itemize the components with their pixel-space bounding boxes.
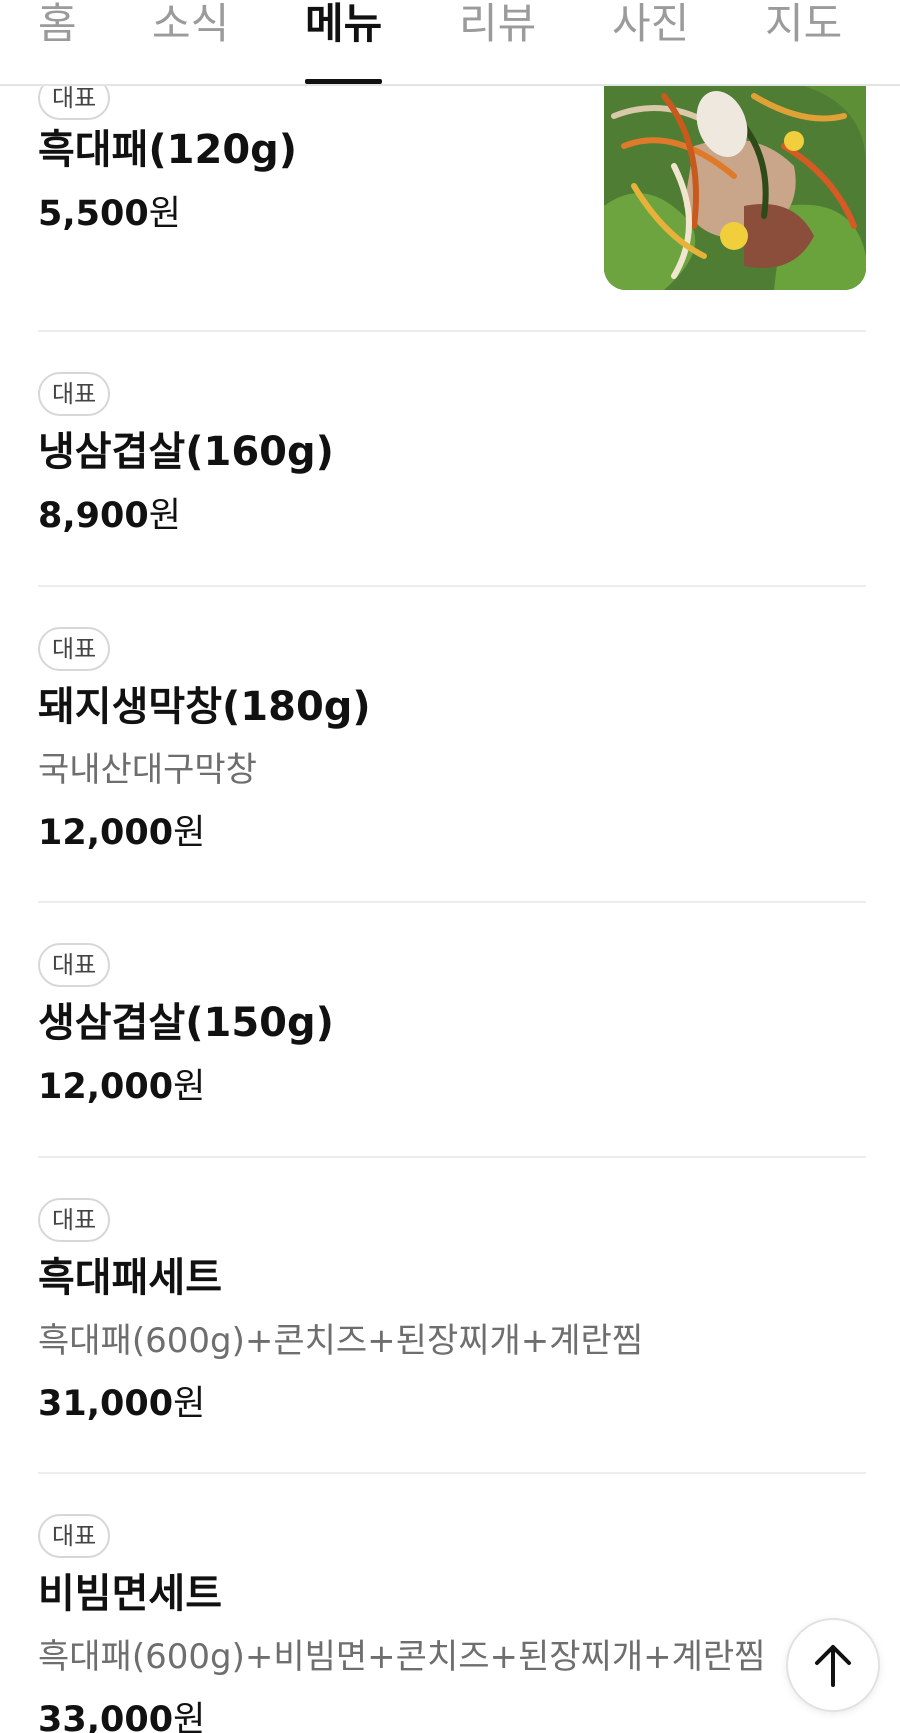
menu-item-name: 냉삼겹살(160g)	[38, 429, 334, 475]
tab-label: 소식	[152, 0, 230, 48]
signature-badge: 대표	[38, 627, 111, 671]
price-value: 8,900	[38, 496, 149, 536]
price-value: 12,000	[38, 1067, 174, 1107]
tab-reviews[interactable]: 리뷰	[459, 0, 536, 86]
tab-label: 사진	[612, 0, 690, 48]
tab-label: 지도	[765, 0, 843, 48]
tab-label: 홈	[38, 0, 77, 48]
menu-item-name: 생삼겹살(150g)	[38, 1000, 334, 1046]
menu-item-price: 33,000원	[38, 1698, 205, 1733]
menu-item-description: 흑대패(600g)+콘치즈+된장찌개+계란찜	[38, 1321, 644, 1361]
price-unit: 원	[148, 194, 181, 234]
tab-news[interactable]: 소식	[152, 0, 229, 86]
tab-menu[interactable]: 메뉴	[305, 0, 383, 86]
price-unit: 원	[173, 813, 206, 853]
menu-item-name: 돼지생막창(180g)	[38, 684, 371, 730]
food-photo[interactable]	[604, 86, 866, 290]
menu-item-3[interactable]: 대표 돼지생막창(180g) 국내산대구막창 12,000원	[38, 627, 866, 857]
divider	[38, 1472, 866, 1474]
price-value: 31,000	[38, 1384, 174, 1424]
menu-item-description: 국내산대구막창	[38, 750, 257, 790]
tab-label: 메뉴	[305, 0, 383, 48]
menu-item-price: 5,500원	[38, 192, 181, 236]
divider	[38, 1156, 866, 1158]
food-photo-image	[604, 86, 866, 290]
menu-item-2[interactable]: 대표 냉삼겹살(160g) 8,900원	[38, 372, 866, 542]
menu-item-name: 흑대패(120g)	[38, 127, 298, 173]
menu-page: 대표 흑대패(120g) 5,500원 대표 냉삼겹살(160g) 8,900원…	[0, 0, 900, 1733]
divider	[38, 585, 866, 587]
menu-item-4[interactable]: 대표 생삼겹살(150g) 12,000원	[38, 943, 866, 1113]
menu-item-6[interactable]: 대표 비빔면세트 흑대패(600g)+비빔면+콘치즈+된장찌개+계란찜 33,0…	[38, 1514, 866, 1733]
tab-map[interactable]: 지도	[765, 0, 842, 86]
signature-badge: 대표	[38, 1514, 111, 1558]
scroll-top-button[interactable]	[786, 1618, 880, 1712]
tab-photos[interactable]: 사진	[612, 0, 689, 86]
tab-bar: 홈 소식 메뉴 리뷰 사진 지도	[0, 0, 900, 86]
divider	[38, 330, 866, 332]
signature-badge: 대표	[38, 943, 111, 987]
menu-item-price: 31,000원	[38, 1382, 205, 1426]
price-value: 12,000	[38, 813, 174, 853]
divider	[38, 901, 866, 903]
signature-badge: 대표	[38, 372, 111, 416]
price-unit: 원	[148, 496, 181, 536]
menu-item-5[interactable]: 대표 흑대패세트 흑대패(600g)+콘치즈+된장찌개+계란찜 31,000원	[38, 1198, 866, 1428]
tab-home[interactable]: 홈	[38, 0, 77, 86]
menu-item-name: 흑대패세트	[38, 1255, 222, 1301]
price-value: 5,500	[38, 194, 149, 234]
menu-item-description: 흑대패(600g)+비빔면+콘치즈+된장찌개+계란찜	[38, 1637, 766, 1677]
price-value: 33,000	[38, 1700, 174, 1733]
arrow-up-icon	[815, 1645, 851, 1687]
price-unit: 원	[173, 1384, 206, 1424]
menu-item-name: 비빔면세트	[38, 1571, 222, 1617]
menu-item-price: 12,000원	[38, 1065, 205, 1109]
tab-label: 리뷰	[459, 0, 537, 48]
menu-item-price: 12,000원	[38, 811, 205, 855]
menu-item-price: 8,900원	[38, 494, 181, 538]
signature-badge: 대표	[38, 1198, 111, 1242]
price-unit: 원	[173, 1700, 206, 1733]
price-unit: 원	[173, 1067, 206, 1107]
